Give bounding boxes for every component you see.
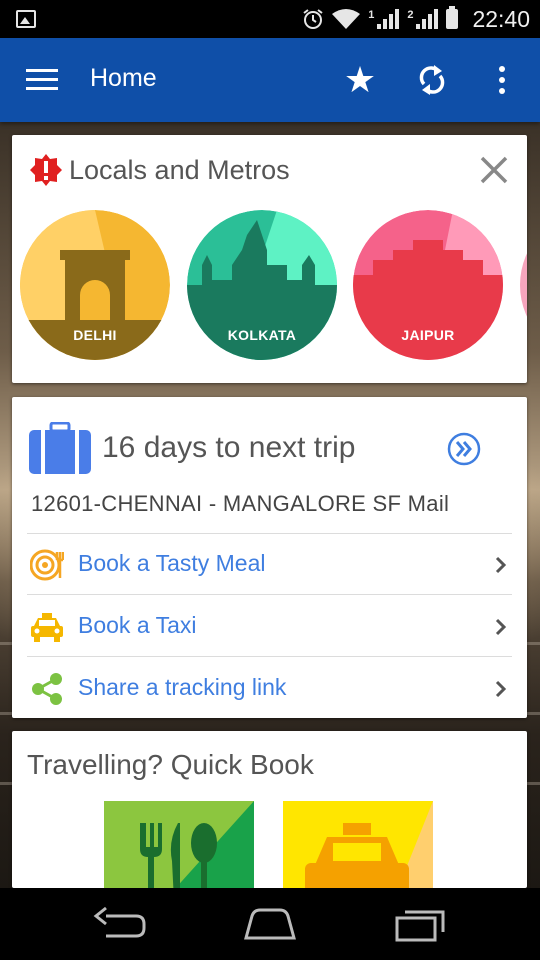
sim1-label: 1 [368,9,375,21]
share-tracking-label: Share a tracking link [78,674,287,700]
recent-apps-icon[interactable] [393,906,449,942]
alert-icon [30,154,62,186]
trip-train-name: 12601-CHENNAI - MANGALORE SF Mail [31,491,450,516]
quick-book-taxi-tile[interactable] [283,801,433,888]
city-label-jaipur: JAIPUR [401,327,455,343]
share-icon [32,673,62,705]
signal-icon: 1 [368,9,400,29]
suitcase-icon [29,422,91,474]
locals-metros-title: Locals and Metros [69,155,290,185]
book-meal-label: Book a Tasty Meal [78,550,266,576]
city-delhi[interactable]: DELHI [20,210,170,360]
chevron-right-icon [495,680,507,698]
sim2-label: 2 [407,9,414,21]
divider [27,594,512,595]
chevron-right-icon [495,618,507,636]
chevron-right-icon [495,556,507,574]
share-tracking-row[interactable]: Share a tracking link [12,658,527,718]
app-bar: Home ★ 5 [0,38,540,122]
divider [27,656,512,657]
page-title: Home [90,64,157,92]
quick-book-card: Travelling? Quick Book [12,731,527,888]
city-next-partial[interactable] [520,210,527,360]
image-notification-icon [16,10,36,28]
city-label-delhi: DELHI [73,327,117,343]
signal-icon-sim2: 2 [407,9,439,29]
menu-icon[interactable] [26,69,58,91]
taxi-icon [31,613,63,642]
refresh-icon[interactable] [416,62,448,98]
favorites-star-icon[interactable]: ★ 5 [343,60,377,103]
close-icon[interactable] [478,154,510,186]
next-trip-title: 16 days to next trip [102,431,356,464]
city-label-kolkata: KOLKATA [227,327,297,343]
status-time: 22:40 [472,5,530,32]
meal-icon [30,549,64,581]
book-taxi-label: Book a Taxi [78,612,197,638]
battery-icon [446,6,459,29]
city-carousel[interactable]: DELHI KOLKATA JAIPUR [20,210,527,360]
back-icon[interactable] [92,906,148,942]
city-kolkata[interactable]: KOLKATA [187,210,337,360]
double-chevron-right-icon[interactable] [447,432,481,466]
quick-book-title: Travelling? Quick Book [27,749,314,780]
book-taxi-row[interactable]: Book a Taxi [12,596,527,656]
status-bar: 1 2 22:40 [0,0,540,38]
alarm-icon [303,9,323,29]
overflow-menu-icon[interactable] [497,66,507,96]
cutlery-icon [140,823,217,888]
wifi-icon [332,9,361,29]
quick-book-food-tile[interactable] [104,801,254,888]
locals-metros-card: Locals and Metros DELHI KOLKATA JAIPUR [12,135,527,383]
system-navigation-bar [0,888,540,960]
next-trip-card: 16 days to next trip 12601-CHENNAI - MAN… [12,397,527,718]
star-badge: 5 [354,90,361,102]
home-icon[interactable] [242,906,298,942]
city-jaipur[interactable]: JAIPUR [353,210,503,360]
book-meal-row[interactable]: Book a Tasty Meal [12,534,527,594]
